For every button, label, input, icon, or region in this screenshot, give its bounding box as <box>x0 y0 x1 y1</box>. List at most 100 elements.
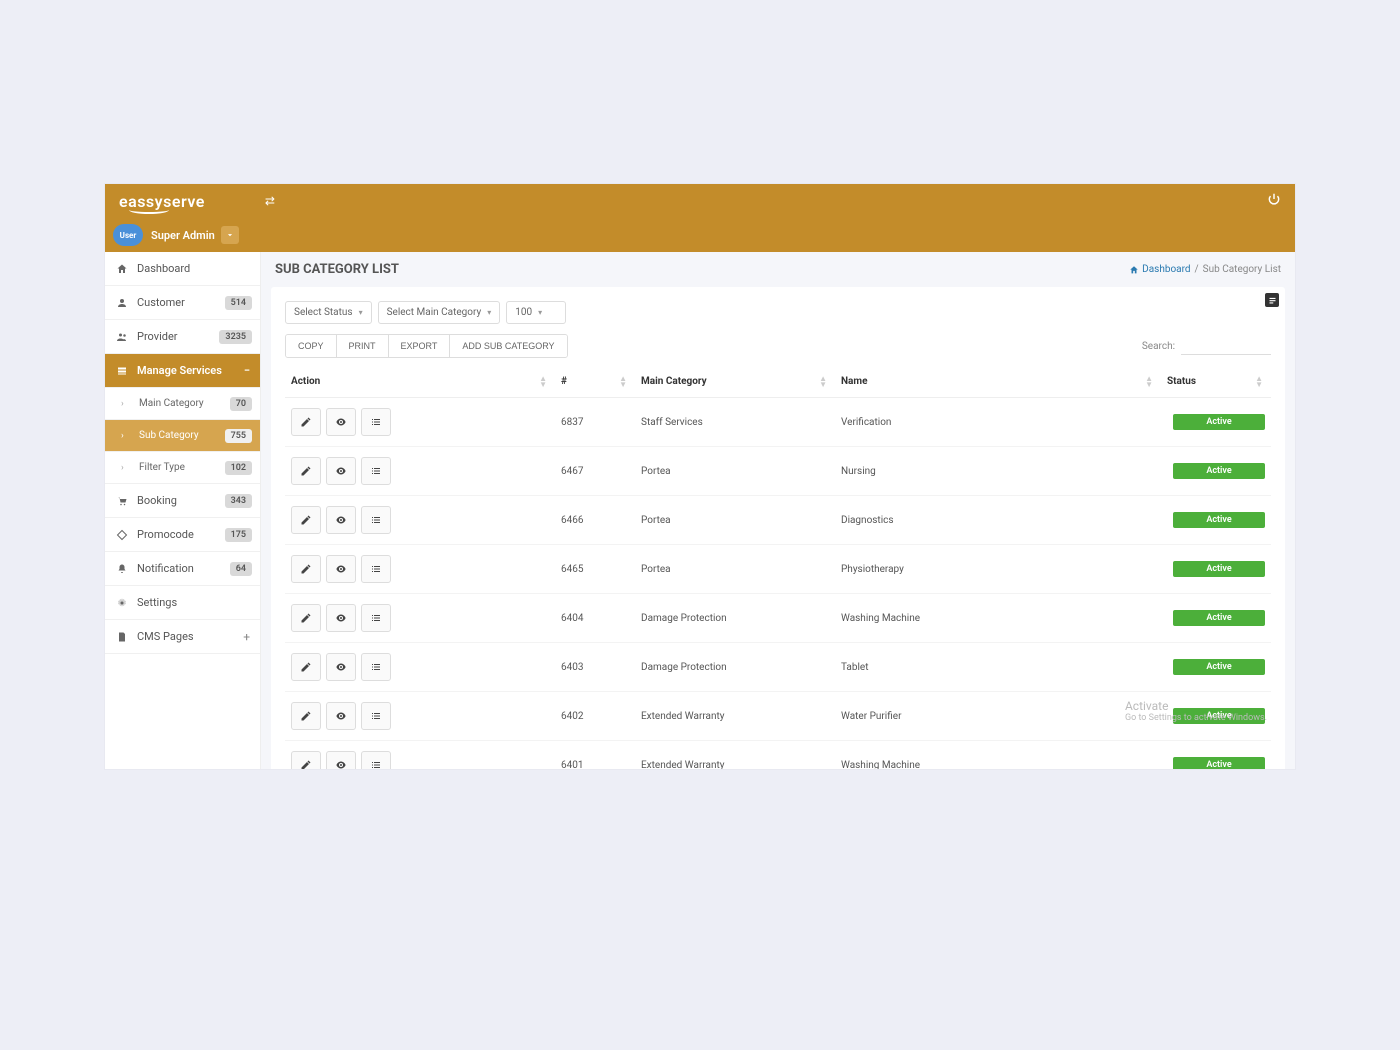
avatar: User <box>113 224 143 246</box>
view-button[interactable] <box>326 506 356 534</box>
main-category-select[interactable]: Select Main Category <box>378 301 501 324</box>
view-button[interactable] <box>326 408 356 436</box>
sidebar-item-cms-pages[interactable]: CMS Pages + <box>105 620 260 654</box>
sidebar-item-settings[interactable]: Settings <box>105 586 260 620</box>
sidebar-item-dashboard[interactable]: Dashboard <box>105 252 260 286</box>
status-badge: Active <box>1173 610 1265 626</box>
sidebar-item-label: Sub Category <box>139 430 199 441</box>
table-row: 6467PorteaNursingActive <box>285 447 1271 496</box>
edit-button[interactable] <box>291 457 321 485</box>
edit-button[interactable] <box>291 604 321 632</box>
status-badge: Active <box>1173 414 1265 430</box>
table-row: 6404Damage ProtectionWashing MachineActi… <box>285 594 1271 643</box>
table-row: 6837Staff ServicesVerificationActive <box>285 398 1271 447</box>
col-header-main-category[interactable]: Main Category▲▼ <box>635 366 835 398</box>
edit-button[interactable] <box>291 408 321 436</box>
badge: 343 <box>225 494 252 508</box>
breadcrumb-home-text: Dashboard <box>1142 264 1190 275</box>
edit-button[interactable] <box>291 751 321 769</box>
list-button[interactable] <box>361 604 391 632</box>
sort-icon: ▲▼ <box>1255 376 1263 388</box>
power-icon[interactable] <box>1267 192 1281 210</box>
print-button[interactable]: PRINT <box>337 335 389 357</box>
cell-id: 6466 <box>555 496 635 545</box>
sidebar-sub-sub-category[interactable]: › Sub Category 755 <box>105 420 260 452</box>
col-header-status[interactable]: Status▲▼ <box>1161 366 1271 398</box>
cart-icon <box>115 495 129 507</box>
cell-main-category: Damage Protection <box>635 643 835 692</box>
sidebar-item-notification[interactable]: Notification 64 <box>105 552 260 586</box>
copy-button[interactable]: COPY <box>286 335 337 357</box>
home-icon <box>1129 265 1139 275</box>
sidebar-item-label: CMS Pages <box>137 630 194 643</box>
sidebar-item-booking[interactable]: Booking 343 <box>105 484 260 518</box>
view-button[interactable] <box>326 751 356 769</box>
badge: 175 <box>225 528 252 542</box>
col-header-action[interactable]: Action▲▼ <box>285 366 555 398</box>
list-button[interactable] <box>361 555 391 583</box>
cell-name: Tablet <box>835 643 1161 692</box>
swap-icon[interactable]: ⇄ <box>265 194 275 208</box>
sidebar-item-label: Manage Services <box>137 364 222 377</box>
list-button[interactable] <box>361 457 391 485</box>
topbar: eassyserve ⇄ <box>105 184 1295 218</box>
view-button[interactable] <box>326 653 356 681</box>
search-input[interactable] <box>1181 337 1271 355</box>
sidebar-item-provider[interactable]: Provider 3235 <box>105 320 260 354</box>
gear-icon <box>115 597 129 609</box>
user-expand-button[interactable] <box>221 226 239 244</box>
view-button[interactable] <box>326 604 356 632</box>
sub-category-table: Action▲▼ #▲▼ Main Category▲▼ Name▲▼ Stat… <box>285 366 1271 769</box>
sidebar-item-promocode[interactable]: Promocode 175 <box>105 518 260 552</box>
col-header-id[interactable]: #▲▼ <box>555 366 635 398</box>
sidebar-section-manage-services[interactable]: Manage Services − <box>105 354 260 388</box>
sidebar-sub-filter-type[interactable]: › Filter Type 102 <box>105 452 260 484</box>
cell-name: Diagnostics <box>835 496 1161 545</box>
status-badge: Active <box>1173 659 1265 675</box>
edit-button[interactable] <box>291 506 321 534</box>
view-button[interactable] <box>326 555 356 583</box>
table-row: 6466PorteaDiagnosticsActive <box>285 496 1271 545</box>
badge: 755 <box>225 429 252 443</box>
table-row: 6401Extended WarrantyWashing MachineActi… <box>285 741 1271 770</box>
table-row: 6403Damage ProtectionTabletActive <box>285 643 1271 692</box>
cell-name: Nursing <box>835 447 1161 496</box>
sidebar-sub-main-category[interactable]: › Main Category 70 <box>105 388 260 420</box>
sidebar-item-label: Provider <box>137 330 178 343</box>
main-content: SUB CATEGORY LIST Dashboard / Sub Catego… <box>261 218 1295 769</box>
edit-button[interactable] <box>291 653 321 681</box>
cell-id: 6467 <box>555 447 635 496</box>
page-title: SUB CATEGORY LIST <box>275 262 399 277</box>
chevron-right-icon: › <box>121 399 131 409</box>
edit-button[interactable] <box>291 555 321 583</box>
cell-main-category: Staff Services <box>635 398 835 447</box>
col-header-name[interactable]: Name▲▼ <box>835 366 1161 398</box>
status-select[interactable]: Select Status <box>285 301 372 324</box>
content-card: Select Status Select Main Category 100 C… <box>271 287 1285 769</box>
export-button[interactable]: EXPORT <box>389 335 451 357</box>
cell-name: Washing Machine <box>835 594 1161 643</box>
bell-icon <box>115 563 129 575</box>
breadcrumb-home-link[interactable]: Dashboard <box>1129 264 1190 275</box>
cell-name: Physiotherapy <box>835 545 1161 594</box>
edit-button[interactable] <box>291 702 321 730</box>
sidebar-item-customer[interactable]: Customer 514 <box>105 286 260 320</box>
cell-name: Water Purifier <box>835 692 1161 741</box>
list-button[interactable] <box>361 751 391 769</box>
badge: 70 <box>230 397 252 411</box>
view-button[interactable] <box>326 457 356 485</box>
list-button[interactable] <box>361 408 391 436</box>
view-button[interactable] <box>326 702 356 730</box>
sort-icon: ▲▼ <box>819 376 827 388</box>
cell-main-category: Portea <box>635 496 835 545</box>
card-toggle-button[interactable] <box>1265 293 1279 307</box>
cell-name: Washing Machine <box>835 741 1161 770</box>
status-badge: Active <box>1173 757 1265 769</box>
page-size-select[interactable]: 100 <box>506 301 566 324</box>
sort-icon: ▲▼ <box>619 376 627 388</box>
list-button[interactable] <box>361 702 391 730</box>
add-sub-category-button[interactable]: ADD SUB CATEGORY <box>450 335 566 357</box>
list-button[interactable] <box>361 506 391 534</box>
search-label: Search: <box>1142 341 1175 352</box>
list-button[interactable] <box>361 653 391 681</box>
